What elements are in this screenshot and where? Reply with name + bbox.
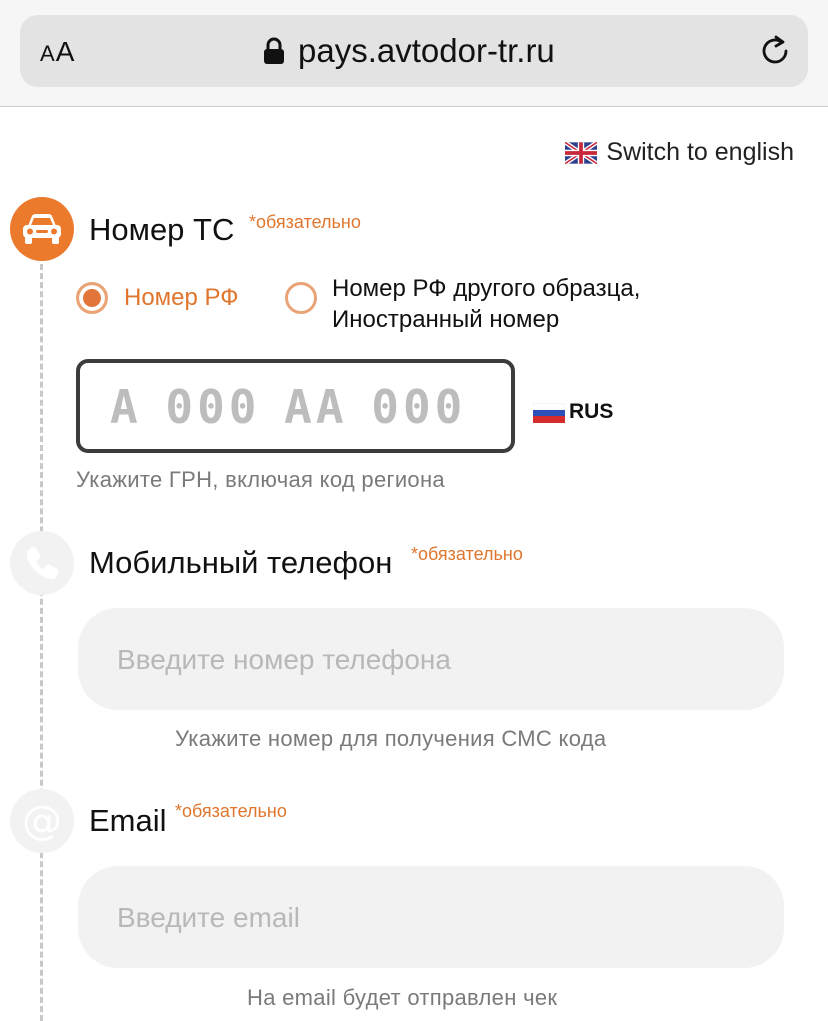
phone-label: Мобильный телефон [89, 545, 393, 580]
country-code-label: RUS [569, 400, 614, 423]
phone-required-mark: *обязательно [411, 544, 523, 564]
vehicle-step-indicator [10, 197, 74, 261]
radio-other-number-label-line2[interactable]: Иностранный номер [332, 306, 559, 334]
browser-toolbar: AA pays.avtodor-tr.ru [0, 0, 828, 107]
reload-icon[interactable] [757, 33, 793, 69]
radio-other-number[interactable] [285, 282, 317, 314]
steps-timeline-line [40, 255, 43, 1021]
radio-rf-number-label[interactable]: Номер РФ [124, 284, 239, 312]
radio-other-number-label-line1[interactable]: Номер РФ другого образца, [332, 275, 640, 303]
email-input-placeholder[interactable]: Введите email [117, 902, 300, 934]
vehicle-number-label: Номер ТС [89, 212, 235, 247]
russia-flag-icon [533, 403, 565, 423]
uk-flag-icon [565, 141, 598, 164]
phone-step-indicator [10, 531, 74, 595]
text-size-large-glyph: A [55, 36, 76, 67]
at-icon: @ [22, 798, 62, 844]
radio-rf-number[interactable] [76, 282, 108, 314]
email-required-mark: *обязательно [175, 801, 287, 821]
url-text[interactable]: pays.avtodor-tr.ru [298, 32, 555, 70]
lock-icon [264, 37, 284, 64]
plate-number-placeholder[interactable]: А 000 АА 000 [110, 380, 466, 434]
vehicle-hint: Укажите ГРН, включая код региона [76, 467, 445, 492]
switch-language-link[interactable]: Switch to english [565, 138, 794, 167]
email-step-indicator: @ [10, 789, 74, 853]
switch-language-label: Switch to english [606, 138, 794, 166]
text-size-small-glyph: A [40, 41, 56, 66]
car-icon [23, 214, 61, 244]
text-size-button[interactable]: AA [40, 36, 75, 68]
phone-hint: Укажите номер для получения СМС кода [175, 726, 607, 751]
vehicle-required-mark: *обязательно [249, 212, 361, 232]
email-label: Email [89, 803, 167, 838]
phone-icon [26, 546, 59, 580]
email-hint: На email будет отправлен чек [247, 985, 558, 1010]
phone-input-placeholder[interactable]: Введите номер телефона [117, 644, 451, 676]
